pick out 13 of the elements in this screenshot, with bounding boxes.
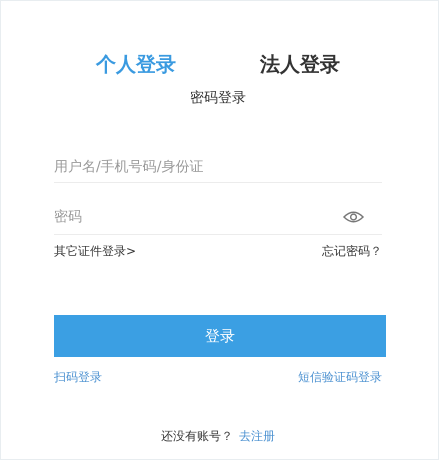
forgot-password-link[interactable]: 忘记密码？ <box>322 243 382 260</box>
password-field[interactable]: 密码 <box>54 200 382 235</box>
qr-login-link[interactable]: 扫码登录 <box>54 369 102 386</box>
other-id-login-link[interactable]: 其它证件登录> <box>54 243 136 260</box>
login-button[interactable]: 登录 <box>54 315 386 357</box>
sms-login-link[interactable]: 短信验证码登录 <box>298 369 382 386</box>
login-tab[interactable]: 法人登录 <box>218 47 382 81</box>
eye-icon[interactable] <box>343 210 364 224</box>
section-title: 密码登录 <box>190 90 246 106</box>
no-account-text: 还没有账号？ <box>161 428 233 445</box>
register-link[interactable]: 去注册 <box>239 428 275 445</box>
username-field[interactable]: 用户名/手机号码/身份证 <box>54 152 382 183</box>
login-tab[interactable]: 个人登录 <box>54 47 218 81</box>
